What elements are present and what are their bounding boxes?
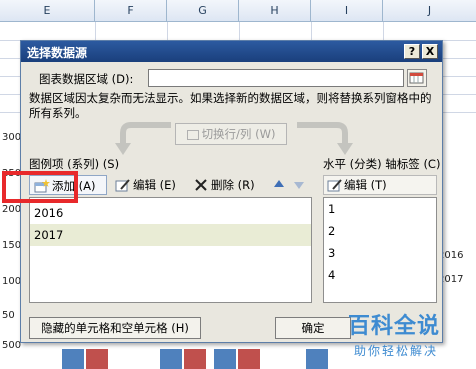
chart-axis-label: 100 xyxy=(2,276,22,287)
watermark-title: 百科全说 xyxy=(348,314,441,339)
help-button[interactable]: ? xyxy=(404,44,420,59)
collapse-dialog-icon xyxy=(409,72,424,84)
edit-axis-labels-button[interactable]: 编辑 (T) xyxy=(323,175,437,195)
switch-row-column-button[interactable]: 切换行/列 (W) xyxy=(175,123,287,145)
chart-axis-label: 150 xyxy=(2,240,22,251)
column-header-g[interactable]: G xyxy=(167,0,239,22)
column-header-h[interactable]: H xyxy=(239,0,311,22)
chart-data-range-label: 图表数据区域 (D): xyxy=(39,72,134,86)
edit-icon xyxy=(115,179,130,192)
dialog-title: 选择数据源 xyxy=(27,46,88,60)
axis-labels-list[interactable]: 1 2 3 4 xyxy=(323,197,437,303)
switch-row-column-label: 切换行/列 (W) xyxy=(201,127,276,141)
chart-bar xyxy=(214,349,236,369)
legend-entries-label: 图例项 (系列) (S) xyxy=(29,157,120,171)
axis-label-item: 4 xyxy=(328,268,336,282)
switch-icon xyxy=(186,129,199,140)
axis-label-item: 3 xyxy=(328,246,336,260)
watermark-subtitle: 助你轻松解决 xyxy=(354,344,439,358)
edit-axis-labels-label: 编辑 (T) xyxy=(344,178,387,192)
edit-series-label: 编辑 (E) xyxy=(133,178,176,192)
chart-axis-label: 300 xyxy=(2,132,22,143)
move-down-button[interactable] xyxy=(293,175,309,195)
select-data-source-dialog: 选择数据源 ? X 图表数据区域 (D): 数据区域因太复杂而无法显示。如果选择… xyxy=(20,40,443,343)
dialog-titlebar[interactable]: 选择数据源 ? X xyxy=(21,41,442,62)
axis-label-item: 1 xyxy=(328,202,336,216)
chart-bar xyxy=(62,349,84,369)
ok-button[interactable]: 确定 xyxy=(275,317,351,339)
column-header-j[interactable]: J xyxy=(383,0,476,22)
series-item-2017[interactable]: 2017 xyxy=(30,224,311,246)
series-item-2016[interactable]: 2016 xyxy=(30,202,311,224)
close-button[interactable]: X xyxy=(422,44,438,59)
edit-series-button[interactable]: 编辑 (E) xyxy=(115,175,185,195)
column-header-f[interactable]: F xyxy=(95,0,167,22)
series-list[interactable]: 2016 2017 xyxy=(29,197,312,303)
highlight-box xyxy=(2,171,78,203)
range-picker-button[interactable] xyxy=(407,69,427,87)
delete-series-label: 删除 (R) xyxy=(211,178,255,192)
column-header-row: E F G H I J xyxy=(0,0,476,22)
chart-bar xyxy=(184,349,206,369)
column-header-i[interactable]: I xyxy=(311,0,383,22)
chart-axis-label: 50 xyxy=(2,310,15,321)
arrow-down-icon xyxy=(294,182,304,189)
chart-bar xyxy=(160,349,182,369)
delete-icon xyxy=(195,179,207,191)
watermark-logo: 百科全说 助你轻松解决 xyxy=(348,308,472,360)
chart-bar xyxy=(86,349,108,369)
chart-bar xyxy=(238,349,260,369)
move-up-button[interactable] xyxy=(273,175,289,195)
chart-bar xyxy=(306,349,328,369)
chart-axis-label: 500 xyxy=(2,340,22,351)
column-header-e[interactable]: E xyxy=(0,0,95,22)
axis-labels-label: 水平 (分类) 轴标签 (C) xyxy=(323,157,441,171)
chart-data-range-input[interactable] xyxy=(148,69,404,87)
chart-axis-label: 200 xyxy=(2,204,22,215)
arrow-up-icon xyxy=(274,180,284,187)
edit-icon xyxy=(327,179,342,192)
axis-label-item: 2 xyxy=(328,224,336,238)
hidden-empty-cells-button[interactable]: 隐藏的单元格和空单元格 (H) xyxy=(29,317,201,339)
delete-series-button[interactable]: 删除 (R) xyxy=(193,175,265,195)
